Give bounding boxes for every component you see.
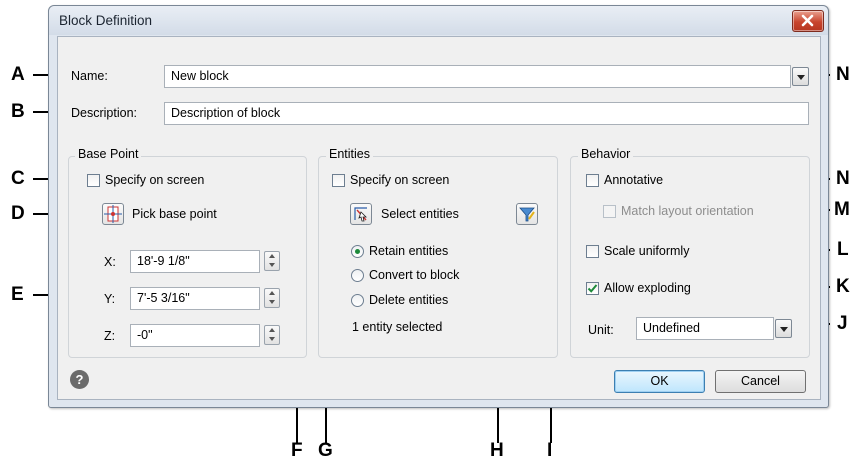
quick-select-button[interactable] [516, 203, 538, 225]
callout-g: G [318, 440, 333, 461]
entities-title: Entities [326, 147, 373, 161]
y-spinner[interactable] [264, 288, 280, 308]
select-entities-label: Select entities [381, 207, 459, 221]
pick-point-icon [104, 205, 122, 223]
block-definition-dialog: Block Definition Name: New block Descrip… [48, 5, 829, 408]
close-icon [801, 14, 814, 27]
select-entities-icon [354, 207, 367, 222]
checkmark-icon [587, 284, 598, 293]
callout-d: D [11, 203, 25, 224]
y-label: Y: [104, 292, 116, 306]
entities-specify-label: Specify on screen [350, 173, 450, 187]
quick-select-filter-icon [519, 207, 535, 222]
callout-j: J [837, 313, 848, 334]
entities-specify-checkbox[interactable] [332, 174, 345, 187]
unit-select[interactable]: Undefined [636, 317, 774, 340]
callout-m: M [834, 199, 850, 220]
match-layout-orientation-label: Match layout orientation [621, 204, 754, 218]
name-input[interactable]: New block [164, 65, 791, 88]
title-bar[interactable]: Block Definition [49, 6, 828, 35]
x-spinner[interactable] [264, 251, 280, 271]
description-input[interactable]: Description of block [164, 102, 809, 125]
base-point-title: Base Point [75, 147, 142, 161]
dialog-title: Block Definition [59, 13, 153, 28]
delete-entities-radio[interactable] [351, 294, 364, 307]
close-button[interactable] [792, 10, 824, 32]
scale-uniformly-checkbox[interactable] [586, 245, 599, 258]
ok-button[interactable]: OK [614, 370, 705, 393]
z-input[interactable]: -0" [130, 324, 260, 347]
callout-b: B [11, 101, 25, 122]
retain-entities-radio[interactable] [351, 245, 364, 258]
convert-to-block-radio[interactable] [351, 269, 364, 282]
scale-uniformly-label: Scale uniformly [604, 244, 690, 258]
allow-exploding-label: Allow exploding [604, 281, 691, 295]
delete-entities-label: Delete entities [369, 293, 449, 307]
callout-l: L [837, 239, 849, 260]
entity-selected-count: 1 entity selected [352, 320, 443, 334]
cancel-button[interactable]: Cancel [715, 370, 806, 393]
callout-f: F [291, 440, 303, 461]
name-label: Name: [71, 69, 108, 83]
select-entities-button[interactable] [350, 203, 372, 225]
pick-base-point-label: Pick base point [132, 207, 217, 221]
y-input[interactable]: 7'-5 3/16" [130, 287, 260, 310]
retain-entities-label: Retain entities [369, 244, 449, 258]
callout-i: I [547, 440, 553, 461]
match-layout-orientation-checkbox[interactable] [603, 205, 616, 218]
callout-e: E [11, 284, 24, 305]
dialog-client-area: Name: New block Description: Description… [57, 36, 821, 400]
base-point-specify-checkbox[interactable] [87, 174, 100, 187]
help-icon[interactable]: ? [70, 370, 89, 389]
description-label: Description: [71, 106, 137, 120]
x-input[interactable]: 18'-9 1/8" [130, 250, 260, 273]
callout-n-annotative: N [836, 168, 850, 189]
callout-n-name: N [836, 64, 850, 85]
z-label: Z: [104, 329, 116, 343]
callout-c: C [11, 168, 25, 189]
base-point-specify-label: Specify on screen [105, 173, 205, 187]
allow-exploding-checkbox[interactable] [586, 282, 599, 295]
annotative-checkbox[interactable] [586, 174, 599, 187]
unit-dropdown-button[interactable] [775, 319, 792, 338]
z-spinner[interactable] [264, 325, 280, 345]
behavior-title: Behavior [578, 147, 634, 161]
annotative-label: Annotative [604, 173, 664, 187]
pick-base-point-button[interactable] [102, 203, 124, 225]
x-label: X: [104, 255, 116, 269]
callout-k: K [836, 276, 850, 297]
unit-label: Unit: [588, 323, 614, 337]
convert-to-block-label: Convert to block [369, 268, 460, 282]
callout-a: A [11, 64, 25, 85]
callout-h: H [490, 440, 504, 461]
name-dropdown-button[interactable] [792, 67, 809, 86]
